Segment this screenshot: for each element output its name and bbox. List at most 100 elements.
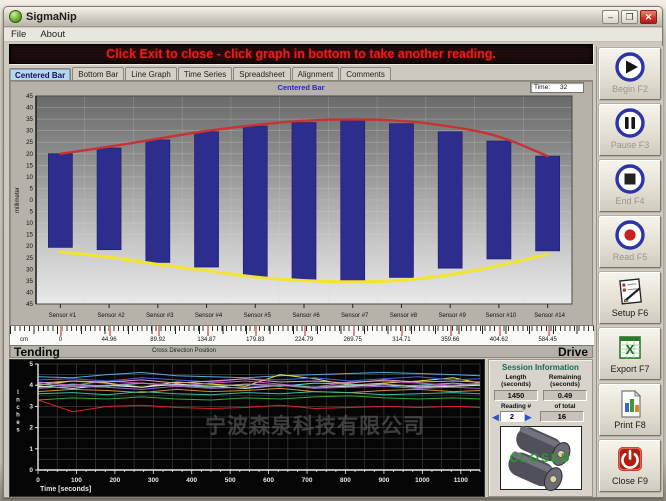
- svg-text:20: 20: [26, 151, 33, 158]
- sensor-label-8: Sensor #8: [390, 313, 417, 319]
- end-f4-button[interactable]: End F4: [599, 160, 661, 212]
- ruler-sensor-tick: [255, 326, 257, 336]
- svg-text:25: 25: [26, 139, 33, 146]
- tab-alignment[interactable]: Alignment: [292, 67, 340, 80]
- svg-text:millimeter: millimeter: [15, 187, 21, 213]
- minimize-button[interactable]: –: [602, 10, 619, 24]
- chart-title: Centered Bar: [10, 83, 592, 92]
- ruler-value-1: 0: [59, 337, 62, 343]
- svg-text:e: e: [16, 420, 20, 426]
- svg-text:n: n: [16, 398, 20, 404]
- closed-status-label: CLOSED: [501, 451, 581, 465]
- svg-text:X: X: [626, 342, 635, 357]
- of-total-label: of total: [541, 403, 589, 410]
- ruler-unit-label: cm: [20, 337, 28, 343]
- svg-text:300: 300: [148, 477, 159, 484]
- close-f9-button[interactable]: Close F9: [599, 440, 661, 492]
- svg-text:0: 0: [30, 197, 34, 204]
- ruler-value-8: 314.71: [392, 337, 410, 343]
- ruler-value-3: 89.92: [150, 337, 165, 343]
- length-value: 1450: [494, 390, 538, 401]
- marquee-text: Click Exit to close - click graph in bot…: [106, 47, 496, 61]
- ruler-sensor-tick: [450, 326, 452, 336]
- svg-text:s: s: [16, 428, 20, 434]
- ruler-value-4: 134.87: [197, 337, 215, 343]
- svg-text:15: 15: [26, 232, 33, 239]
- time-value: 32: [560, 84, 567, 91]
- sensor-label-4: Sensor #4: [195, 313, 222, 319]
- svg-text:15: 15: [26, 162, 33, 169]
- pause-icon: [613, 105, 647, 143]
- tending-time-chart[interactable]: 0123450100200300400500600700800900100011…: [9, 359, 485, 497]
- close-button[interactable]: ✕: [640, 10, 657, 24]
- svg-text:40: 40: [26, 105, 33, 112]
- cross-direction-position-label: Cross Direction Position: [152, 348, 216, 354]
- window-title: SigmaNip: [26, 11, 77, 23]
- marquee-banner: Click Exit to close - click graph in bot…: [9, 44, 593, 64]
- remaining-header: Remaining(seconds): [541, 374, 589, 388]
- tab-time-series[interactable]: Time Series: [178, 67, 232, 80]
- ruler-sensor-tick: [353, 326, 355, 336]
- drive-label: Drive: [558, 345, 588, 359]
- sensor-label-7: Sensor #7: [341, 313, 368, 319]
- axis-label-row: Tending Cross Direction Position Drive: [10, 347, 594, 359]
- ruler-sensor-tick: [109, 326, 111, 336]
- reading-number-value: 2: [500, 411, 524, 422]
- svg-text:35: 35: [26, 116, 33, 123]
- previous-reading-arrow-icon[interactable]: ◀: [492, 412, 499, 422]
- reading-number-label: Reading #: [492, 403, 540, 410]
- tab-line-graph[interactable]: Line Graph: [125, 67, 177, 80]
- export-f7-button[interactable]: XExport F7: [599, 328, 661, 380]
- menu-item-about[interactable]: About: [33, 29, 72, 40]
- sensor-label-3: Sensor #3: [146, 313, 173, 319]
- svg-text:200: 200: [109, 477, 120, 484]
- time-box: Time: 32: [530, 82, 584, 93]
- remaining-value: 0.49: [543, 390, 587, 401]
- ruler-value-11: 584.45: [538, 337, 556, 343]
- session-information-panel: Session Information Length(seconds) Rema…: [488, 359, 593, 497]
- setup-f6-button[interactable]: Setup F6: [599, 272, 661, 324]
- pause-f3-button[interactable]: Pause F3: [599, 104, 661, 156]
- excel-icon: X: [613, 329, 647, 367]
- menu-item-file[interactable]: File: [4, 29, 33, 40]
- time-series-chart[interactable]: 0123450100200300400500600700800900100011…: [10, 360, 484, 496]
- button-label: Close F9: [612, 476, 648, 486]
- tab-bottom-bar[interactable]: Bottom Bar: [72, 67, 124, 80]
- svg-text:700: 700: [302, 477, 313, 484]
- svg-text:900: 900: [378, 477, 389, 484]
- restore-button[interactable]: ❐: [621, 10, 638, 24]
- svg-text:5: 5: [29, 361, 33, 368]
- svg-text:2: 2: [29, 425, 33, 432]
- chart-header: Centered Bar Time: 32: [10, 81, 592, 94]
- window-controls: –❐✕: [602, 10, 662, 24]
- sensor-label-5: Sensor #5: [244, 313, 271, 319]
- ruler-sensor-tick: [60, 326, 62, 336]
- nip-rollers-image: CLOSED: [500, 426, 582, 490]
- next-reading-arrow-icon[interactable]: ▶: [525, 412, 532, 422]
- ruler-sensor-tick: [158, 326, 160, 336]
- svg-text:20: 20: [26, 243, 33, 250]
- tab-spreadsheet[interactable]: Spreadsheet: [233, 67, 290, 80]
- ruler-sensor-tick: [304, 326, 306, 336]
- ruler-medium-ticks: [10, 326, 594, 334]
- button-label: Setup F6: [612, 308, 649, 318]
- sensor-label-1: Sensor #1: [49, 313, 76, 319]
- stop-icon: [613, 161, 647, 199]
- sensor-label-9: Sensor #9: [438, 313, 465, 319]
- read-f5-button[interactable]: Read F5: [599, 216, 661, 268]
- svg-text:10: 10: [26, 174, 33, 181]
- svg-text:c: c: [16, 405, 20, 411]
- svg-text:4: 4: [29, 382, 33, 389]
- svg-text:35: 35: [26, 278, 33, 285]
- svg-text:30: 30: [26, 266, 33, 273]
- button-label: Read F5: [613, 252, 648, 262]
- sensor-label-2: Sensor #2: [97, 313, 124, 319]
- tab-comments[interactable]: Comments: [340, 67, 391, 80]
- svg-text:I: I: [17, 390, 19, 396]
- svg-text:45: 45: [26, 301, 33, 308]
- begin-f2-button[interactable]: Begin F2: [599, 48, 661, 100]
- print-f8-button[interactable]: Print F8: [599, 384, 661, 436]
- svg-text:10: 10: [26, 220, 33, 227]
- svg-text:600: 600: [263, 477, 274, 484]
- session-title: Session Information: [492, 363, 589, 372]
